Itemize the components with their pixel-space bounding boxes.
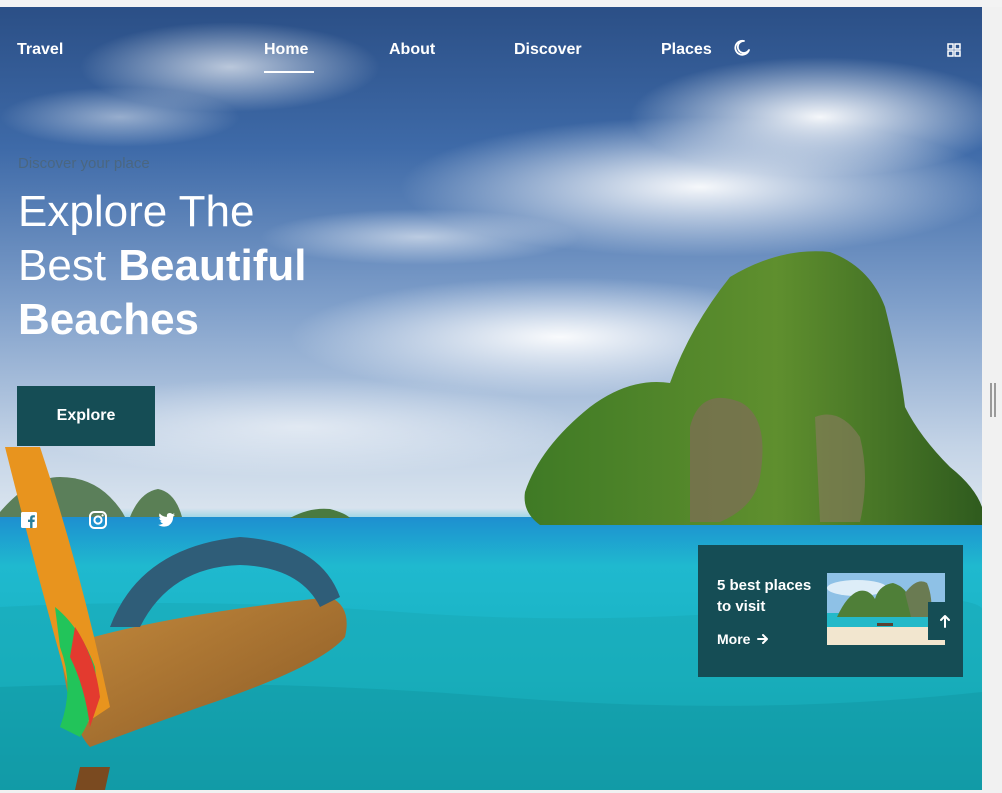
hero-title: Explore The Best Beautiful Beaches [18,185,378,347]
instagram-icon[interactable] [88,510,108,530]
nav-link-home[interactable]: Home [264,41,308,59]
scrollbar-grip[interactable] [990,383,996,417]
facebook-icon[interactable] [19,510,39,530]
nav-active-indicator [264,71,314,73]
scroll-up-button[interactable] [928,602,962,640]
page-scrollbar[interactable] [982,7,1002,790]
nav-logo[interactable]: Travel [17,41,63,59]
hero-title-line3: Beaches [18,295,200,344]
top-edge [0,0,1002,7]
nav-link-about[interactable]: About [389,41,435,59]
moon-icon[interactable] [733,39,751,57]
hero-title-line2-bold: Beautiful [118,241,307,290]
arrow-right-icon [757,634,769,644]
explore-button[interactable]: Explore [17,386,155,446]
hero-title-line1: Explore The [18,187,255,236]
card-title: 5 best places to visit [717,577,812,615]
grid-icon[interactable] [947,43,961,57]
nav-link-places[interactable]: Places [661,41,712,59]
twitter-icon[interactable] [156,510,176,530]
arrow-up-icon [940,615,950,628]
card-more-label: More [717,631,751,647]
hero-section: Travel Home About Discover Places Discov… [0,7,982,790]
hero-subtitle: Discover your place [18,155,150,172]
card-more-link[interactable]: More [717,631,769,647]
hero-title-line2-light: Best [18,241,119,290]
nav-link-discover[interactable]: Discover [514,41,582,59]
featured-card[interactable]: 5 best places to visit More [698,545,963,677]
